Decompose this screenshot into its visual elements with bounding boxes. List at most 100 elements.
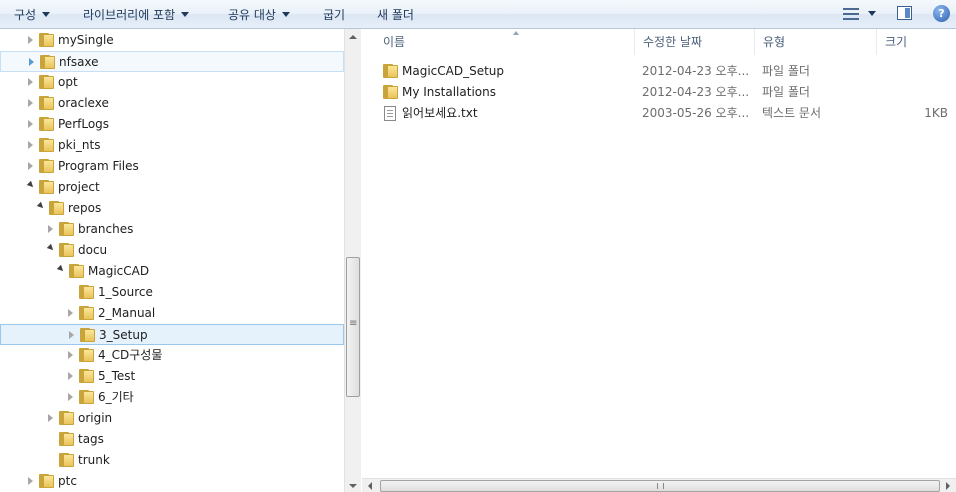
chevron-down-icon [281, 12, 290, 17]
expanded-arrow-icon[interactable] [46, 243, 56, 253]
preview-pane-icon[interactable] [897, 6, 912, 20]
folder-icon [78, 306, 94, 320]
share-with-menu[interactable]: 공유 대상 [228, 7, 290, 23]
folder-icon [79, 328, 95, 342]
collapsed-arrow-icon[interactable] [28, 120, 33, 128]
collapsed-arrow-icon[interactable] [48, 225, 53, 233]
tree-item[interactable]: repos [0, 198, 344, 219]
tree-item-label: 3_Setup [99, 328, 148, 342]
tree-item-label: origin [78, 411, 113, 425]
tree-item[interactable]: origin [0, 408, 344, 429]
burn-button[interactable]: 굽기 [323, 7, 345, 23]
tree-item[interactable]: branches [0, 219, 344, 240]
scrollbar-thumb[interactable] [346, 257, 360, 397]
tree-item-label: repos [68, 201, 102, 215]
tree-item[interactable]: project [0, 177, 344, 198]
tree-item[interactable]: mySingle [0, 30, 344, 51]
folder-icon [78, 390, 94, 404]
collapsed-arrow-icon[interactable] [29, 58, 34, 66]
column-header-type[interactable]: 유형 [755, 29, 877, 55]
file-name: MagicCAD_Setup [402, 64, 505, 78]
tree-item-label: 1_Source [98, 285, 153, 299]
scroll-right-arrow-icon[interactable] [946, 482, 950, 490]
tree-item[interactable]: nfsaxe [0, 51, 344, 72]
column-header-name[interactable]: 이름 [375, 29, 635, 55]
folder-icon [38, 96, 54, 110]
tree-item-label: 6_기타 [98, 390, 134, 404]
collapsed-arrow-icon[interactable] [28, 141, 33, 149]
file-list-horizontal-scrollbar[interactable] [362, 478, 956, 492]
tree-vertical-scrollbar[interactable] [344, 29, 361, 492]
text-file-icon [384, 106, 396, 121]
file-size: 1KB [924, 106, 948, 120]
tree-item[interactable]: 3_Setup [0, 324, 344, 345]
tree-item-label: branches [78, 222, 134, 236]
file-date: 2003-05-26 오후... [642, 106, 750, 120]
tree-item-label: 2_Manual [98, 306, 156, 320]
collapsed-arrow-icon[interactable] [68, 372, 73, 380]
command-bar: 구성 라이브러리에 포함 공유 대상 굽기 새 폴더 ? [0, 0, 956, 29]
tree-item[interactable]: 5_Test [0, 366, 344, 387]
tree-item[interactable]: docu [0, 240, 344, 261]
scroll-up-arrow-icon[interactable] [349, 35, 357, 39]
scroll-down-arrow-icon[interactable] [349, 484, 357, 488]
tree-item[interactable]: tags [0, 429, 344, 450]
tree-item[interactable]: oraclexe [0, 93, 344, 114]
help-icon[interactable]: ? [933, 5, 950, 22]
new-folder-button[interactable]: 새 폴더 [377, 7, 414, 23]
collapsed-arrow-icon[interactable] [28, 78, 33, 86]
tree-item[interactable]: opt [0, 72, 344, 93]
collapsed-arrow-icon[interactable] [48, 414, 53, 422]
tree-item-label: nfsaxe [59, 55, 99, 69]
collapsed-arrow-icon[interactable] [28, 99, 33, 107]
chevron-down-icon [181, 12, 190, 17]
sort-ascending-icon [513, 31, 519, 35]
scrollbar-thumb[interactable] [380, 480, 940, 492]
tree-item[interactable]: PerfLogs [0, 114, 344, 135]
tree-item-label: mySingle [58, 33, 114, 47]
collapsed-arrow-icon[interactable] [68, 393, 73, 401]
file-type: 파일 폴더 [762, 85, 810, 99]
tree-item-label: PerfLogs [58, 117, 110, 131]
file-row[interactable]: My Installations 2012-04-23 오후... 파일 폴더 [362, 82, 956, 103]
collapsed-arrow-icon[interactable] [28, 162, 33, 170]
column-header-date[interactable]: 수정한 날짜 [635, 29, 755, 55]
collapsed-arrow-icon[interactable] [28, 36, 33, 44]
tree-item[interactable]: ptc [0, 471, 344, 492]
file-row[interactable]: MagicCAD_Setup 2012-04-23 오후... 파일 폴더 [362, 61, 956, 82]
view-options-chevron-icon[interactable] [868, 11, 876, 16]
folder-icon [38, 138, 54, 152]
column-header-size[interactable]: 크기 [877, 29, 956, 55]
tree-item[interactable]: 1_Source [0, 282, 344, 303]
file-row[interactable]: 읽어보세요.txt 2003-05-26 오후... 텍스트 문서 1KB [362, 103, 956, 124]
file-type: 텍스트 문서 [762, 106, 822, 120]
tree-item[interactable]: pki_nts [0, 135, 344, 156]
collapsed-arrow-icon[interactable] [68, 351, 73, 359]
collapsed-arrow-icon[interactable] [69, 331, 74, 339]
tree-item-label: opt [58, 75, 78, 89]
tree-item[interactable]: 2_Manual [0, 303, 344, 324]
tree-item-label: MagicCAD [88, 264, 150, 278]
folder-icon [58, 411, 74, 425]
change-view-icon[interactable] [843, 8, 859, 20]
scroll-left-arrow-icon[interactable] [368, 482, 372, 490]
expanded-arrow-icon[interactable] [36, 201, 46, 211]
tree-item[interactable]: 6_기타 [0, 387, 344, 408]
include-in-library-menu[interactable]: 라이브러리에 포함 [83, 7, 190, 23]
tree-item[interactable]: Program Files [0, 156, 344, 177]
folder-icon [58, 243, 74, 257]
expanded-arrow-icon[interactable] [56, 264, 66, 274]
folder-icon [382, 64, 398, 78]
tree-item[interactable]: 4_CD구성물 [0, 345, 344, 366]
tree-item[interactable]: trunk [0, 450, 344, 471]
expanded-arrow-icon[interactable] [26, 180, 36, 190]
organize-menu[interactable]: 구성 [14, 7, 51, 23]
tree-item-label: tags [78, 432, 104, 446]
folder-icon [48, 201, 64, 215]
tree-item[interactable]: MagicCAD [0, 261, 344, 282]
collapsed-arrow-icon[interactable] [28, 477, 33, 485]
folder-icon [58, 222, 74, 236]
file-type: 파일 폴더 [762, 64, 810, 78]
collapsed-arrow-icon[interactable] [68, 309, 73, 317]
tree-item-label: project [58, 180, 100, 194]
